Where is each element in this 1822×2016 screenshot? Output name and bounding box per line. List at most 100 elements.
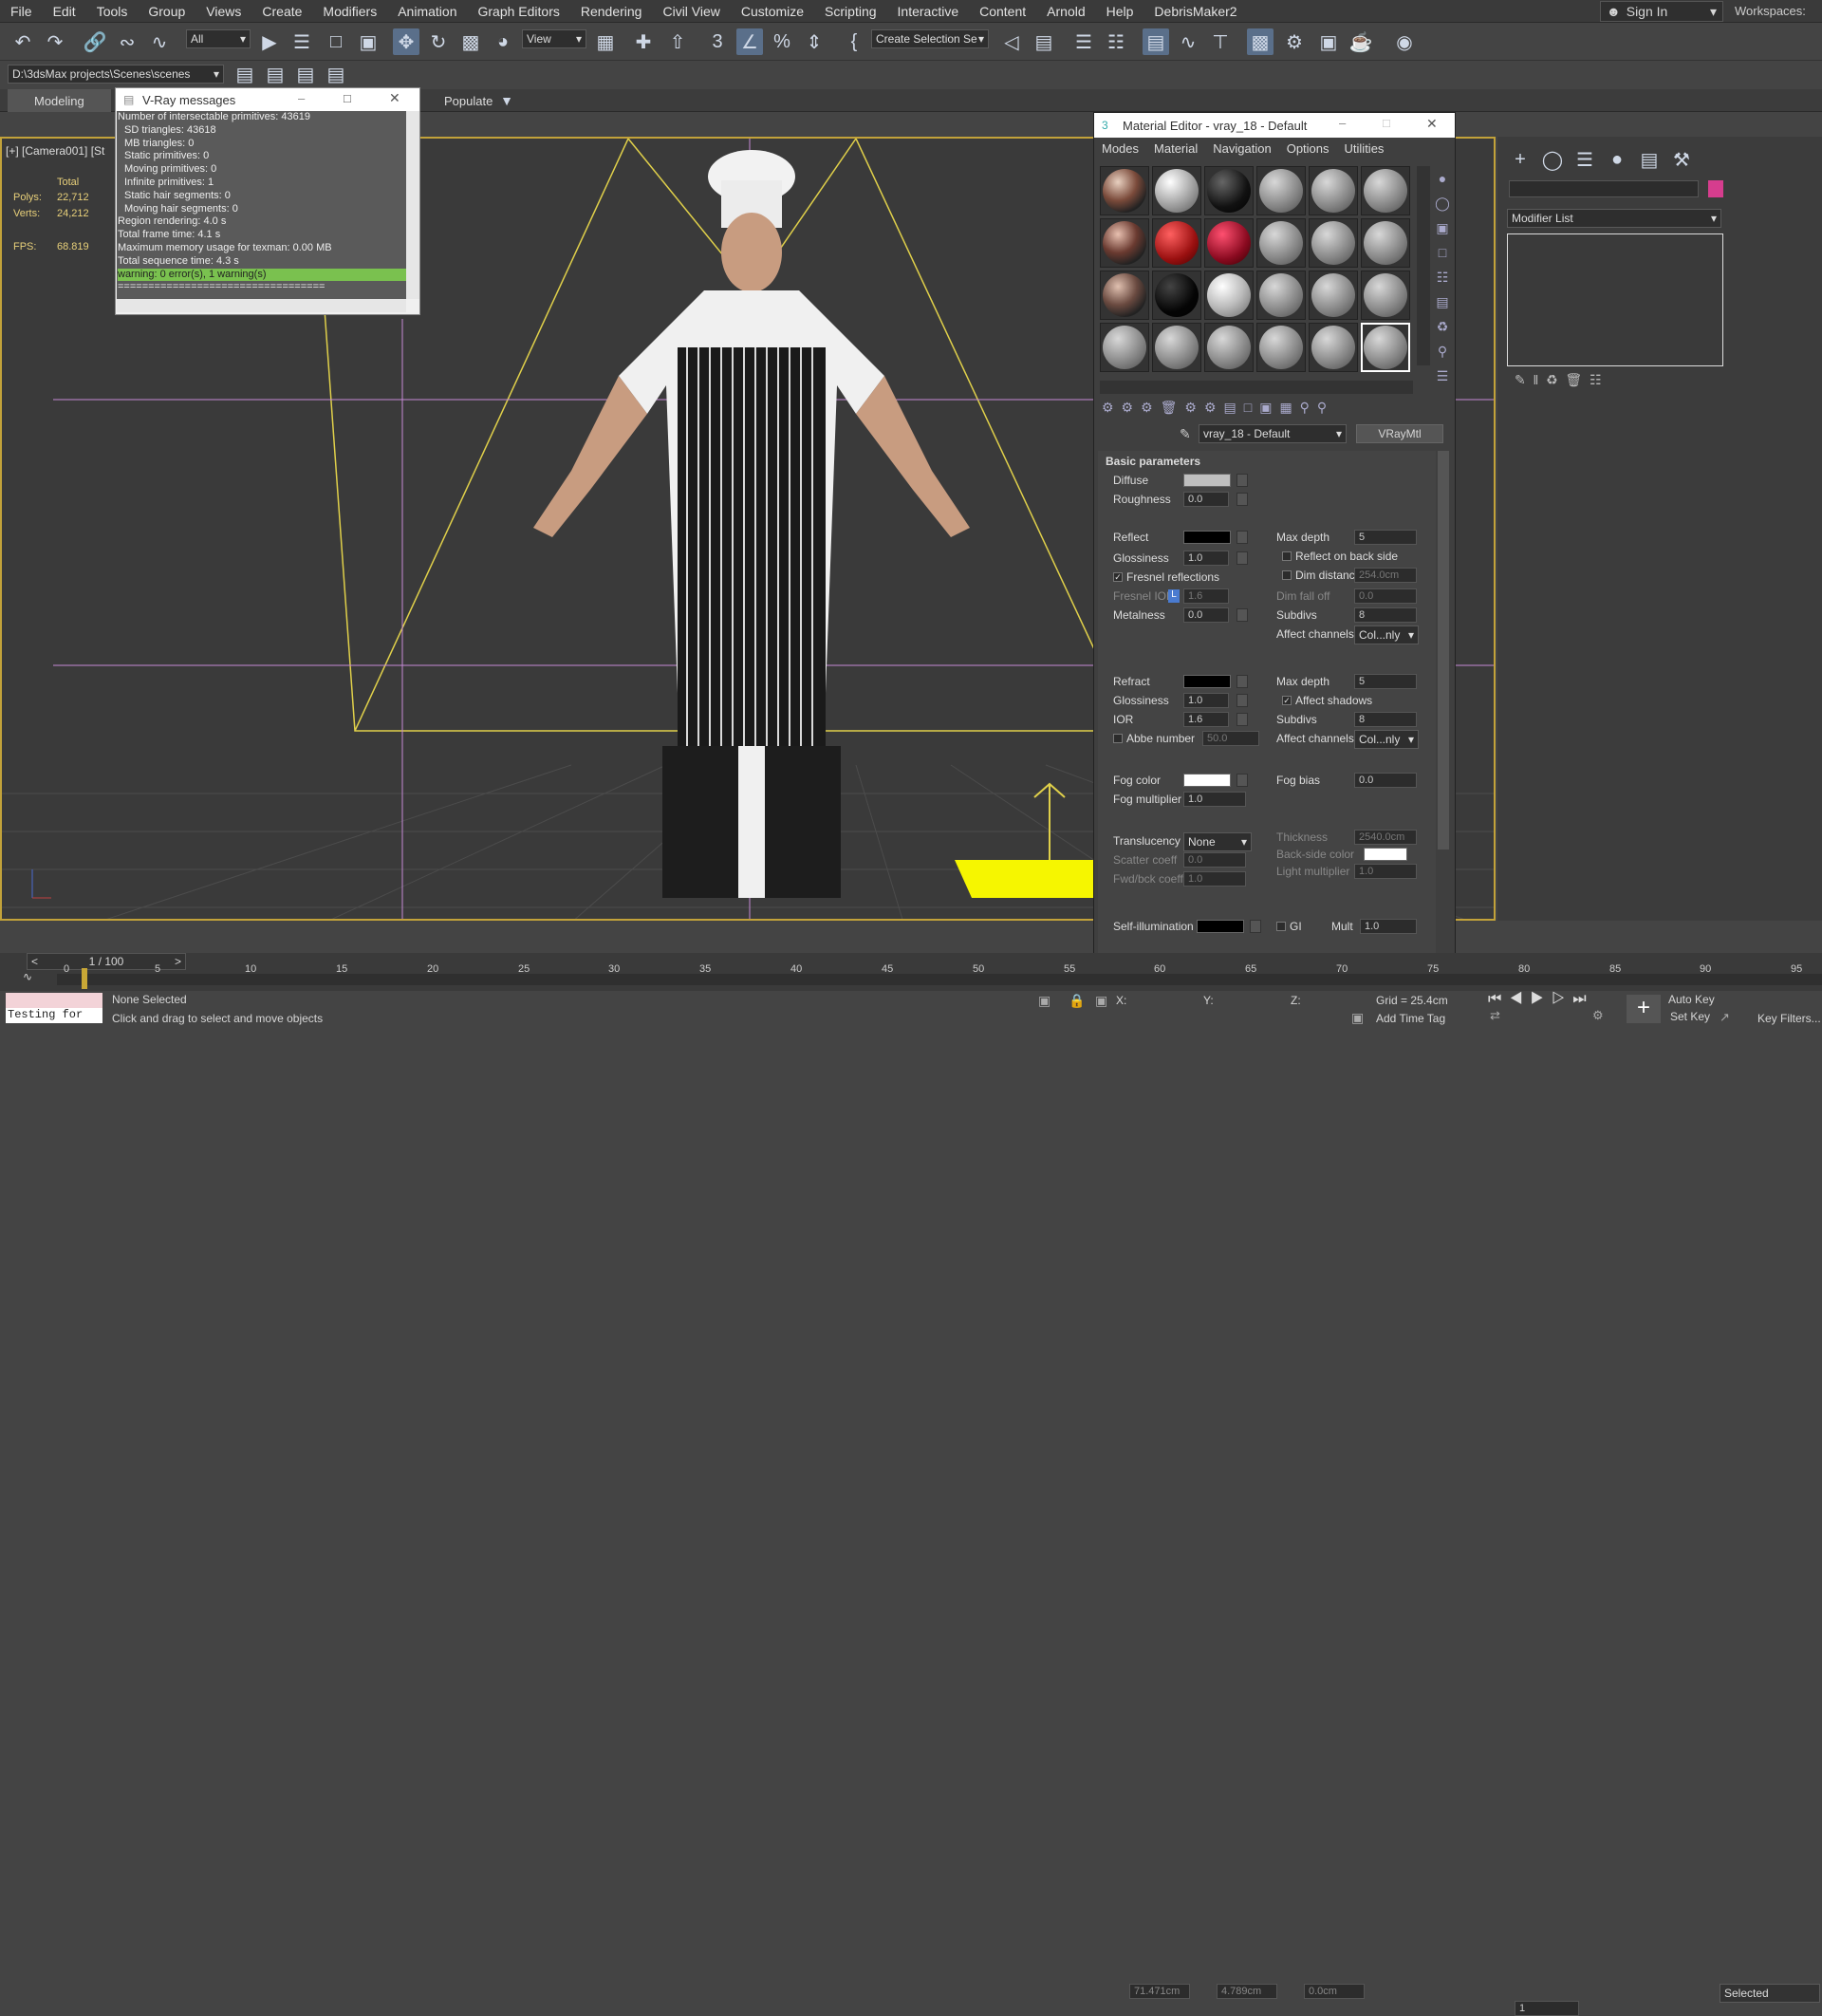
y-field[interactable]: 4.789cm <box>1217 1984 1277 1999</box>
key-tangent-icon[interactable]: ↗ <box>1720 1010 1730 1025</box>
self-illum-swatch[interactable] <box>1197 920 1244 933</box>
minimize-icon[interactable]: – <box>1339 116 1346 130</box>
menu-debrismaker[interactable]: DebrisMaker2 <box>1143 4 1247 19</box>
fwdbck-spinner[interactable]: 1.0 <box>1183 871 1246 887</box>
reflect-swatch[interactable] <box>1183 531 1231 544</box>
mirror-icon[interactable]: ◁ <box>998 28 1025 55</box>
mult-spinner[interactable]: 1.0 <box>1360 919 1417 934</box>
menu-views[interactable]: Views <box>195 4 251 19</box>
subdivs-spinner[interactable]: 8 <box>1354 607 1417 623</box>
self-illum-map-button[interactable] <box>1250 920 1261 933</box>
menu-tools[interactable]: Tools <box>86 4 139 19</box>
ribbon-toggle-icon[interactable]: ▤ <box>1143 28 1169 55</box>
select-by-name-icon[interactable]: ☰ <box>288 28 315 55</box>
pivot-center-icon[interactable]: ▦ <box>592 28 619 55</box>
gi-checkbox[interactable] <box>1276 922 1286 931</box>
metalness-map-button[interactable] <box>1236 608 1248 622</box>
menu-group[interactable]: Group <box>138 4 195 19</box>
material-slot[interactable] <box>1361 218 1410 268</box>
viewport-label[interactable]: [+] [Camera001] [St <box>6 144 104 158</box>
maxscript-listener[interactable]: Testing for <box>6 1008 102 1023</box>
material-slot[interactable] <box>1204 218 1254 268</box>
schematic-view-icon[interactable]: ⊤ <box>1207 28 1234 55</box>
glossiness-spinner[interactable]: 1.0 <box>1183 551 1229 566</box>
link-icon[interactable]: 🔗 <box>82 28 108 55</box>
diffuse-map-button[interactable] <box>1236 474 1248 487</box>
project-folder-icon[interactable]: ▤ <box>232 61 258 87</box>
maximize-icon[interactable]: □ <box>1383 116 1390 130</box>
mat-menu-options[interactable]: Options <box>1279 141 1337 156</box>
set-key-button[interactable]: Set Key <box>1670 1010 1710 1023</box>
vray-vscrollbar[interactable] <box>406 111 419 299</box>
place-icon[interactable]: ◕ <box>490 28 516 55</box>
create-tab-icon[interactable]: + <box>1507 146 1534 173</box>
material-slot[interactable] <box>1309 166 1358 215</box>
fog-color-map-button[interactable] <box>1236 774 1248 787</box>
lock-icon[interactable]: 🔒 <box>1069 993 1085 1009</box>
material-slot[interactable] <box>1361 271 1410 320</box>
project-save-icon[interactable]: ▤ <box>323 61 349 87</box>
layer-explorer-icon[interactable]: ☷ <box>1103 28 1129 55</box>
absolute-mode-icon[interactable]: ▣ <box>1095 993 1107 1009</box>
set-key-big-button[interactable]: + <box>1627 995 1661 1023</box>
material-slot[interactable] <box>1100 166 1149 215</box>
menu-scripting[interactable]: Scripting <box>814 4 886 19</box>
curve-editor-icon[interactable]: ∿ <box>1175 28 1201 55</box>
dim-distance-checkbox[interactable] <box>1282 570 1292 580</box>
minimize-icon[interactable]: – <box>298 91 305 105</box>
track-bar[interactable] <box>57 974 1822 985</box>
material-slot[interactable] <box>1309 271 1358 320</box>
mat-menu-material[interactable]: Material <box>1146 141 1205 156</box>
help-icon[interactable]: ◉ <box>1391 28 1418 55</box>
mat-menu-navigation[interactable]: Navigation <box>1205 141 1278 156</box>
maximize-icon[interactable]: □ <box>344 91 351 105</box>
utilities-tab-icon[interactable]: ⚒ <box>1668 146 1695 173</box>
isolate-icon[interactable]: ▣ <box>1038 993 1050 1009</box>
roughness-map-button[interactable] <box>1236 493 1248 506</box>
scatter-spinner[interactable]: 0.0 <box>1183 852 1246 868</box>
bind-spacewarp-icon[interactable]: ∿ <box>146 28 173 55</box>
refract-subdivs-spinner[interactable]: 8 <box>1354 712 1417 727</box>
select-object-icon[interactable]: ▶ <box>256 28 283 55</box>
dim-distance-spinner[interactable]: 254.0cm <box>1354 568 1417 583</box>
material-slot[interactable] <box>1309 323 1358 372</box>
material-slot[interactable] <box>1361 323 1410 372</box>
align-icon[interactable]: ▤ <box>1031 28 1057 55</box>
refract-swatch[interactable] <box>1183 675 1231 688</box>
fog-color-swatch[interactable] <box>1183 774 1231 787</box>
ref-coord-dropdown[interactable]: View ▾ <box>522 29 586 48</box>
material-slot[interactable] <box>1256 166 1306 215</box>
chevron-left-icon[interactable]: < <box>31 955 38 968</box>
material-slot[interactable] <box>1256 271 1306 320</box>
unlink-icon[interactable]: ∾ <box>114 28 140 55</box>
angle-snap-icon[interactable]: ∠ <box>736 28 763 55</box>
thickness-spinner[interactable]: 2540.0cm <box>1354 830 1417 845</box>
stack-tools-icons[interactable]: ✎ ‖ ♻ 🗑 ☷ <box>1515 372 1602 388</box>
ribbon-options-icon[interactable]: ▼ <box>493 87 520 114</box>
refract-maxdepth-spinner[interactable]: 5 <box>1354 674 1417 689</box>
vray-hscrollbar[interactable] <box>117 299 406 312</box>
menu-civil-view[interactable]: Civil View <box>652 4 730 19</box>
project-path-dropdown[interactable]: D:\3dsMax projects\Scenes\scenes ▾ <box>8 65 224 84</box>
material-type-button[interactable]: VRayMtl <box>1356 424 1443 443</box>
rendered-frame-icon[interactable]: ▣ <box>1315 28 1342 55</box>
menu-interactive[interactable]: Interactive <box>887 4 970 19</box>
material-slot[interactable] <box>1152 323 1201 372</box>
material-slot[interactable] <box>1152 218 1201 268</box>
material-slot[interactable] <box>1204 166 1254 215</box>
vray-log[interactable]: Number of intersectable primitives: 4361… <box>117 111 406 299</box>
rollout-title[interactable]: Basic parameters <box>1106 455 1200 468</box>
undo-icon[interactable]: ↶ <box>9 28 36 55</box>
slots-hscrollbar[interactable] <box>1100 381 1413 394</box>
spinner-snap-icon[interactable]: ⇕ <box>801 28 827 55</box>
modifier-stack[interactable] <box>1507 233 1723 366</box>
menu-edit[interactable]: Edit <box>43 4 86 19</box>
auto-key-button[interactable]: Auto Key <box>1668 993 1715 1006</box>
dim-falloff-spinner[interactable]: 0.0 <box>1354 588 1417 604</box>
roughness-spinner[interactable]: 0.0 <box>1183 492 1229 507</box>
mat-menu-modes[interactable]: Modes <box>1094 141 1146 156</box>
maxdepth-spinner[interactable]: 5 <box>1354 530 1417 545</box>
mat-menu-utilities[interactable]: Utilities <box>1337 141 1392 156</box>
add-time-tag-button[interactable]: Add Time Tag <box>1376 1012 1445 1025</box>
rotate-icon[interactable]: ↻ <box>425 28 452 55</box>
